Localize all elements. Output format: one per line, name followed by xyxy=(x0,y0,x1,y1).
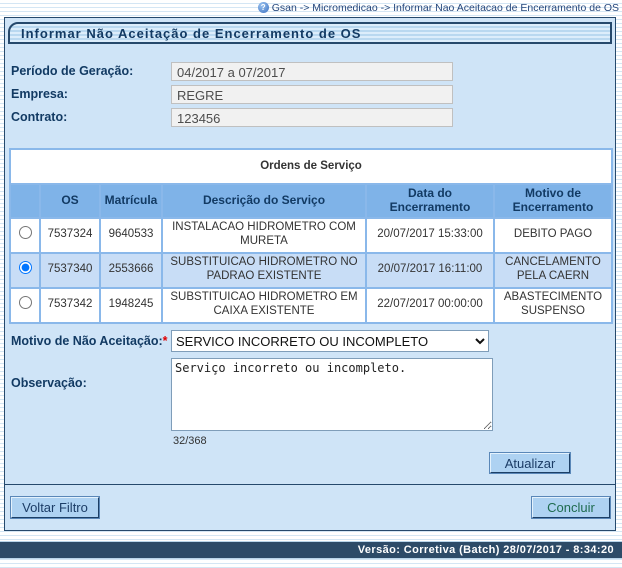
contrato-label: Contrato: xyxy=(11,108,67,127)
field-row-contrato: Contrato: 123456 xyxy=(5,108,615,127)
help-icon[interactable]: ? xyxy=(258,2,269,13)
orders-table: Ordens de Serviço OS Matrícula Descrição… xyxy=(9,148,613,324)
table-row: 7537324 9640533 INSTALACAO HIDROMETRO CO… xyxy=(10,218,612,253)
field-row-periodo: Período de Geração: 04/2017 a 07/2017 xyxy=(5,62,615,81)
col-header-matricula: Matrícula xyxy=(100,184,162,218)
periodo-label: Período de Geração: xyxy=(11,62,133,81)
data-encerramento: 20/07/2017 16:11:00 xyxy=(366,253,494,288)
orders-table-caption: Ordens de Serviço xyxy=(10,149,612,184)
contrato-value: 123456 xyxy=(171,108,453,127)
col-header-descricao: Descrição do Serviço xyxy=(162,184,366,218)
observacao-textarea[interactable]: Serviço incorreto ou incompleto. xyxy=(171,358,493,431)
version-footer: Versão: Corretiva (Batch) 28/07/2017 - 8… xyxy=(0,541,622,559)
col-header-select xyxy=(10,184,40,218)
page-title: Informar Não Aceitação de Encerramento d… xyxy=(8,22,612,44)
descricao-servico: INSTALACAO HIDROMETRO COM MURETA xyxy=(162,218,366,253)
version-text: Versão: Corretiva (Batch) 28/07/2017 - 8… xyxy=(358,544,614,556)
breadcrumb: ? Gsan -> Micromedicao -> Informar Nao A… xyxy=(258,1,619,14)
field-row-empresa: Empresa: REGRE xyxy=(5,85,615,104)
atualizar-button[interactable]: Atualizar xyxy=(490,453,570,473)
empresa-value: REGRE xyxy=(171,85,453,104)
os-radio-1[interactable] xyxy=(19,261,32,274)
data-encerramento: 22/07/2017 00:00:00 xyxy=(366,288,494,323)
motivo-encerramento: DEBITO PAGO xyxy=(494,218,612,253)
required-asterisk: * xyxy=(163,334,168,348)
col-header-motivo-encerramento: Motivo de Encerramento xyxy=(494,184,612,218)
orders-table-caption-row: Ordens de Serviço xyxy=(10,149,612,184)
screen: ? Gsan -> Micromedicao -> Informar Nao A… xyxy=(0,0,622,568)
os-number: 7537340 xyxy=(40,253,100,288)
os-number: 7537324 xyxy=(40,218,100,253)
motivo-encerramento: ABASTECIMENTO SUSPENSO xyxy=(494,288,612,323)
col-header-data-encerramento: Data do Encerramento xyxy=(366,184,494,218)
orders-table-header-row: OS Matrícula Descrição do Serviço Data d… xyxy=(10,184,612,218)
breadcrumb-text[interactable]: Gsan -> Micromedicao -> Informar Nao Ace… xyxy=(272,2,619,14)
descricao-servico: SUBSTITUICAO HIDROMETRO NO PADRAO EXISTE… xyxy=(162,253,366,288)
empresa-label: Empresa: xyxy=(11,85,68,104)
motivo-encerramento: CANCELAMENTO PELA CAERN xyxy=(494,253,612,288)
data-encerramento: 20/07/2017 15:33:00 xyxy=(366,218,494,253)
os-number: 7537342 xyxy=(40,288,100,323)
divider-line xyxy=(5,484,615,485)
table-row: 7537340 2553666 SUBSTITUICAO HIDROMETRO … xyxy=(10,253,612,288)
matricula: 9640533 xyxy=(100,218,162,253)
os-radio-2[interactable] xyxy=(19,296,32,309)
matricula: 2553666 xyxy=(100,253,162,288)
observacao-label: Observação: xyxy=(11,376,87,390)
table-row: 7537342 1948245 SUBSTITUICAO HIDROMETRO … xyxy=(10,288,612,323)
concluir-button[interactable]: Concluir xyxy=(532,497,610,518)
descricao-servico: SUBSTITUICAO HIDROMETRO EM CAIXA EXISTEN… xyxy=(162,288,366,323)
os-radio-0[interactable] xyxy=(19,226,32,239)
motivo-nao-aceitacao-select[interactable]: SERVICO INCORRETO OU INCOMPLETO xyxy=(171,330,489,352)
periodo-value: 04/2017 a 07/2017 xyxy=(171,62,453,81)
main-form-panel: Informar Não Aceitação de Encerramento d… xyxy=(4,17,616,531)
voltar-filtro-button[interactable]: Voltar Filtro xyxy=(11,497,99,518)
col-header-os: OS xyxy=(40,184,100,218)
observacao-char-counter: 32/368 xyxy=(173,435,207,447)
motivo-nao-aceitacao-label: Motivo de Não Aceitação:* xyxy=(11,330,168,352)
matricula: 1948245 xyxy=(100,288,162,323)
motivo-nao-aceitacao-row: Motivo de Não Aceitação:* SERVICO INCORR… xyxy=(5,330,615,352)
